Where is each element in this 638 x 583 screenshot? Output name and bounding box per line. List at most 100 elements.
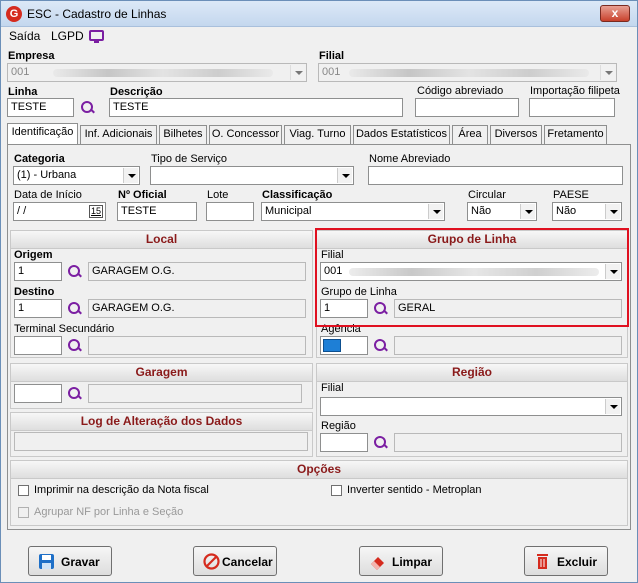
importacao-filipeta-input[interactable] xyxy=(529,98,615,117)
paese-label: PAESE xyxy=(553,189,589,201)
inverter-checkbox[interactable] xyxy=(331,485,342,496)
imprimir-checkbox[interactable] xyxy=(18,485,29,496)
empresa-select: 001 xyxy=(7,63,307,82)
agencia-color-swatch xyxy=(323,339,341,352)
tab-area[interactable]: Área xyxy=(452,125,488,144)
regiao-label: Região xyxy=(321,420,356,432)
filial-select: 001 xyxy=(318,63,617,82)
origem-label: Origem xyxy=(14,249,53,261)
tab-diversos[interactable]: Diversos xyxy=(490,125,542,144)
agrupar-checkbox xyxy=(18,507,29,518)
log-field xyxy=(14,432,308,451)
chevron-down-icon[interactable] xyxy=(520,204,535,219)
destino-code-input[interactable]: 1 xyxy=(14,299,62,318)
tab-fretamento[interactable]: Fretamento xyxy=(544,125,607,144)
cancelar-button[interactable]: Cancelar xyxy=(193,546,277,576)
save-icon xyxy=(38,553,55,570)
paese-select[interactable]: Não xyxy=(552,202,622,221)
tab-viag-turno[interactable]: Viag. Turno xyxy=(284,125,351,144)
redacted-text xyxy=(53,69,273,77)
chevron-down-icon[interactable] xyxy=(605,204,620,219)
tab-strip: Identificação Inf. Adicionais Bilhetes O… xyxy=(7,123,631,145)
empresa-label: Empresa xyxy=(8,50,55,62)
excluir-button[interactable]: Excluir xyxy=(524,546,608,576)
inverter-label: Inverter sentido - Metroplan xyxy=(347,484,482,496)
cancel-icon xyxy=(203,553,220,570)
nome-abreviado-label: Nome Abreviado xyxy=(369,153,451,165)
menu-saida[interactable]: Saída xyxy=(9,29,40,43)
chevron-down-icon[interactable] xyxy=(605,399,620,414)
tipo-servico-label: Tipo de Serviço xyxy=(151,153,228,165)
terminal-name-field xyxy=(88,336,306,355)
menu-bar: Saída LGPD xyxy=(1,27,637,45)
log-title: Log de Alteração dos Dados xyxy=(11,413,312,431)
garagem-title: Garagem xyxy=(11,364,312,382)
search-icon[interactable] xyxy=(67,301,83,317)
garagem-name-field xyxy=(88,384,302,403)
search-icon[interactable] xyxy=(67,386,83,402)
search-icon[interactable] xyxy=(67,264,83,280)
codigo-abreviado-label: Código abreviado xyxy=(417,85,504,97)
search-icon[interactable] xyxy=(67,338,83,354)
search-icon[interactable] xyxy=(80,100,96,116)
regiao-filial-select[interactable] xyxy=(320,397,622,416)
close-button[interactable]: x xyxy=(600,5,630,22)
data-inicio-input[interactable]: / / 15 xyxy=(13,202,106,221)
regiao-code-input[interactable] xyxy=(320,433,368,452)
agencia-code-input[interactable] xyxy=(320,336,368,355)
chevron-down-icon xyxy=(600,65,615,80)
chevron-down-icon[interactable] xyxy=(428,204,443,219)
regiao-name-field xyxy=(394,433,622,452)
linha-input[interactable]: TESTE xyxy=(7,98,74,117)
calendar-icon[interactable]: 15 xyxy=(88,205,103,218)
search-icon[interactable] xyxy=(373,338,389,354)
imprimir-label: Imprimir na descrição da Nota fiscal xyxy=(34,484,209,496)
tab-bilhetes[interactable]: Bilhetes xyxy=(159,125,207,144)
local-title: Local xyxy=(11,231,312,249)
menu-lgpd[interactable]: LGPD xyxy=(51,29,84,43)
title-bar[interactable]: G ESC - Cadastro de Linhas x xyxy=(1,1,637,27)
redacted-text xyxy=(349,69,589,77)
terminal-code-input[interactable] xyxy=(14,336,62,355)
chevron-down-icon[interactable] xyxy=(123,168,138,183)
search-icon[interactable] xyxy=(373,435,389,451)
importacao-filipeta-label: Importação filipeta xyxy=(530,85,620,97)
lote-input[interactable] xyxy=(206,202,254,221)
n-oficial-input[interactable]: TESTE xyxy=(117,202,197,221)
data-inicio-label: Data de Início xyxy=(14,189,82,201)
circular-select[interactable]: Não xyxy=(467,202,537,221)
classificacao-label: Classificação xyxy=(262,189,333,201)
garagem-code-input[interactable] xyxy=(14,384,62,403)
regiao-title: Região xyxy=(317,364,627,382)
n-oficial-label: Nº Oficial xyxy=(118,189,167,201)
agencia-name-field xyxy=(394,336,622,355)
tab-identificacao[interactable]: Identificação xyxy=(7,123,78,145)
gravar-button[interactable]: Gravar xyxy=(28,546,112,576)
limpar-button[interactable]: Limpar xyxy=(359,546,443,576)
tab-dados-estatisticos[interactable]: Dados Estatísticos xyxy=(353,125,450,144)
descricao-label: Descrição xyxy=(110,86,163,98)
destino-label: Destino xyxy=(14,286,55,298)
filial-label: Filial xyxy=(319,50,345,62)
nome-abreviado-input[interactable] xyxy=(368,166,623,185)
origem-name-field: GARAGEM O.G. xyxy=(88,262,306,281)
agrupar-label: Agrupar NF por Linha e Seção xyxy=(34,506,184,518)
monitor-icon[interactable] xyxy=(89,30,104,43)
classificacao-select[interactable]: Municipal xyxy=(261,202,445,221)
highlight-box xyxy=(315,228,629,327)
tab-inf-adicionais[interactable]: Inf. Adicionais xyxy=(80,125,157,144)
regiao-filial-label: Filial xyxy=(321,382,344,394)
descricao-input[interactable]: TESTE xyxy=(109,98,403,117)
tab-o-concessor[interactable]: O. Concessor xyxy=(209,125,282,144)
tipo-servico-select[interactable] xyxy=(150,166,354,185)
chevron-down-icon xyxy=(290,65,305,80)
chevron-down-icon[interactable] xyxy=(337,168,352,183)
window: G ESC - Cadastro de Linhas x Saída LGPD … xyxy=(0,0,638,583)
lote-label: Lote xyxy=(207,189,229,201)
window-title: ESC - Cadastro de Linhas xyxy=(27,7,167,21)
codigo-abreviado-input[interactable] xyxy=(415,98,519,117)
categoria-select[interactable]: (1) - Urbana xyxy=(13,166,140,185)
eraser-icon xyxy=(369,553,386,570)
origem-code-input[interactable]: 1 xyxy=(14,262,62,281)
trash-icon xyxy=(534,553,551,570)
